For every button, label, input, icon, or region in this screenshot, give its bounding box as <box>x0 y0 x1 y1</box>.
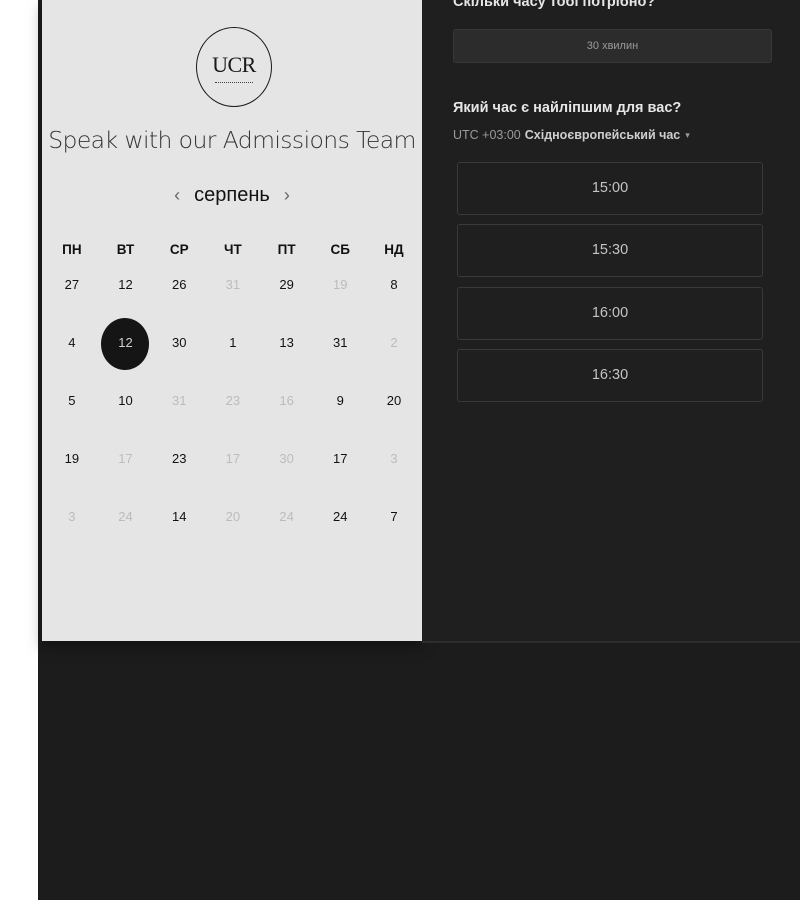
calendar-day[interactable]: 10 <box>99 372 153 430</box>
duration-question: Скільки часу тобі потрібно? <box>453 0 656 10</box>
weekday-label: ЧТ <box>224 242 242 257</box>
calendar-day[interactable]: 19 <box>45 430 99 488</box>
weekday-label: ПТ <box>277 242 296 257</box>
logo-subtitle-line <box>215 82 253 84</box>
calendar-day[interactable]: 4 <box>45 314 99 372</box>
time-slot-button[interactable]: 15:30 <box>457 224 763 277</box>
time-slot-button[interactable]: 16:30 <box>457 349 763 402</box>
calendar-week: 5 10 31 23 16 9 20 <box>45 372 421 430</box>
calendar-day[interactable]: 26 <box>152 256 206 314</box>
caret-down-icon: ▾ <box>685 129 690 140</box>
chevron-left-icon[interactable]: ‹ <box>160 185 194 206</box>
time-slot-button[interactable]: 15:00 <box>457 162 763 215</box>
time-slot-button[interactable]: 16:00 <box>457 287 763 340</box>
calendar-day[interactable]: 8 <box>367 256 421 314</box>
calendar-day-disabled: 3 <box>68 509 76 524</box>
logo-text: UCR <box>212 52 256 77</box>
panel-divider <box>422 641 800 643</box>
calendar-day-disabled: 16 <box>279 393 294 408</box>
calendar-day[interactable]: 12 <box>99 256 153 314</box>
calendar-day-disabled: 24 <box>118 509 133 524</box>
calendar-day[interactable]: 5 <box>45 372 99 430</box>
calendar-day-disabled: 20 <box>225 509 241 524</box>
calendar-day-disabled: 30 <box>279 451 294 466</box>
calendar-day-disabled: 23 <box>225 393 241 408</box>
calendar-week: 3 24 14 20 24 24 7 <box>45 488 421 546</box>
calendar-day[interactable]: 27 <box>45 256 99 314</box>
timezone-offset: UTC +03:00 <box>453 128 521 142</box>
timezone-name: Східноєвропейський час <box>524 128 681 142</box>
weekday-label: НД <box>384 242 404 257</box>
calendar-grid: 27 12 26 31 29 19 8 4 12 30 1 13 31 2 5 … <box>45 256 421 546</box>
calendar-week: 27 12 26 31 29 19 8 <box>45 256 421 314</box>
calendar-day[interactable]: 9 <box>313 372 367 430</box>
calendar-day-disabled: 24 <box>279 509 294 524</box>
calendar-day[interactable]: 14 <box>152 488 206 546</box>
chevron-right-icon[interactable]: › <box>270 185 304 206</box>
calendar-day-disabled: 17 <box>118 451 133 466</box>
calendar-day[interactable]: 1 <box>206 314 260 372</box>
calendar-day-disabled: 17 <box>225 451 241 466</box>
calendar-week: 19 17 23 17 30 17 3 <box>45 430 421 488</box>
calendar-day-disabled: 31 <box>225 277 241 292</box>
calendar-day[interactable]: 29 <box>260 256 314 314</box>
duration-select[interactable]: 30 хвилин <box>453 29 772 63</box>
calendar-week: 4 12 30 1 13 31 2 <box>45 314 421 372</box>
timezone-dropdown[interactable]: UTC +03:00 Східноєвропейський час ▾ <box>453 128 690 142</box>
calendar-day-disabled: 19 <box>333 277 348 292</box>
page-title: Speak with our Admissions Team <box>48 126 416 154</box>
calendar-day-disabled: 3 <box>390 451 398 466</box>
calendar-day-disabled: 31 <box>171 393 187 408</box>
weekday-label: СР <box>169 242 189 257</box>
weekday-label: ВТ <box>116 242 135 257</box>
calendar-day[interactable]: 30 <box>152 314 206 372</box>
ucr-logo: UCR <box>196 27 272 107</box>
month-navigation: ‹ серпень › <box>42 180 422 210</box>
calendar-day[interactable]: 13 <box>260 314 314 372</box>
time-question: Який час є найліпшим для вас? <box>453 100 682 116</box>
calendar-day[interactable]: 17 <box>313 430 367 488</box>
calendar-day-selected[interactable]: 12 <box>99 314 153 372</box>
weekday-header: ПН ВТ СР ЧТ ПТ СБ НД <box>45 242 421 257</box>
calendar-day[interactable]: 31 <box>313 314 367 372</box>
calendar-day[interactable]: 24 <box>313 488 367 546</box>
weekday-label: ПН <box>62 242 82 257</box>
calendar-day[interactable]: 7 <box>367 488 421 546</box>
page-margin <box>0 0 38 900</box>
calendar-day[interactable]: 23 <box>152 430 206 488</box>
weekday-label: СБ <box>330 242 350 257</box>
month-label: серпень <box>194 183 270 206</box>
calendar-day[interactable]: 20 <box>367 372 421 430</box>
calendar-day-disabled: 2 <box>390 335 398 350</box>
